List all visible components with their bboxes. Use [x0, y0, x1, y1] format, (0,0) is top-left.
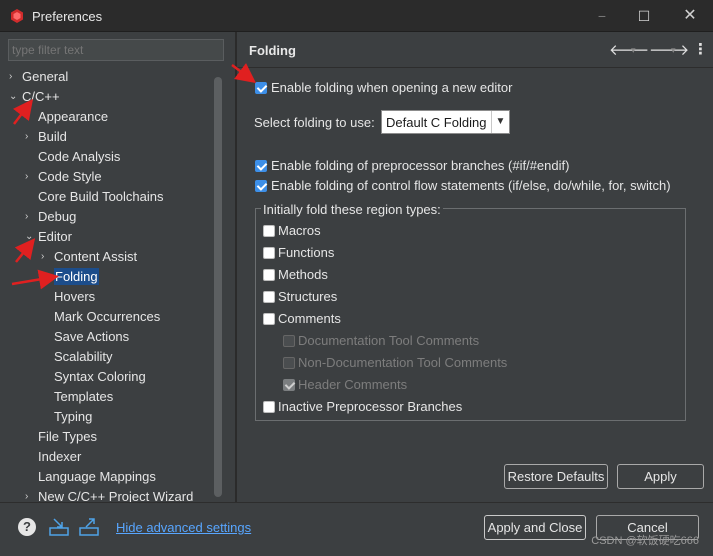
annotation-arrow-enable: [231, 63, 256, 83]
annotation-arrow-folding: [11, 269, 59, 290]
annotation-arrow-cpp: [12, 99, 34, 125]
annotation-arrows: [11, 63, 256, 290]
annotation-arrow-editor: [14, 238, 36, 263]
